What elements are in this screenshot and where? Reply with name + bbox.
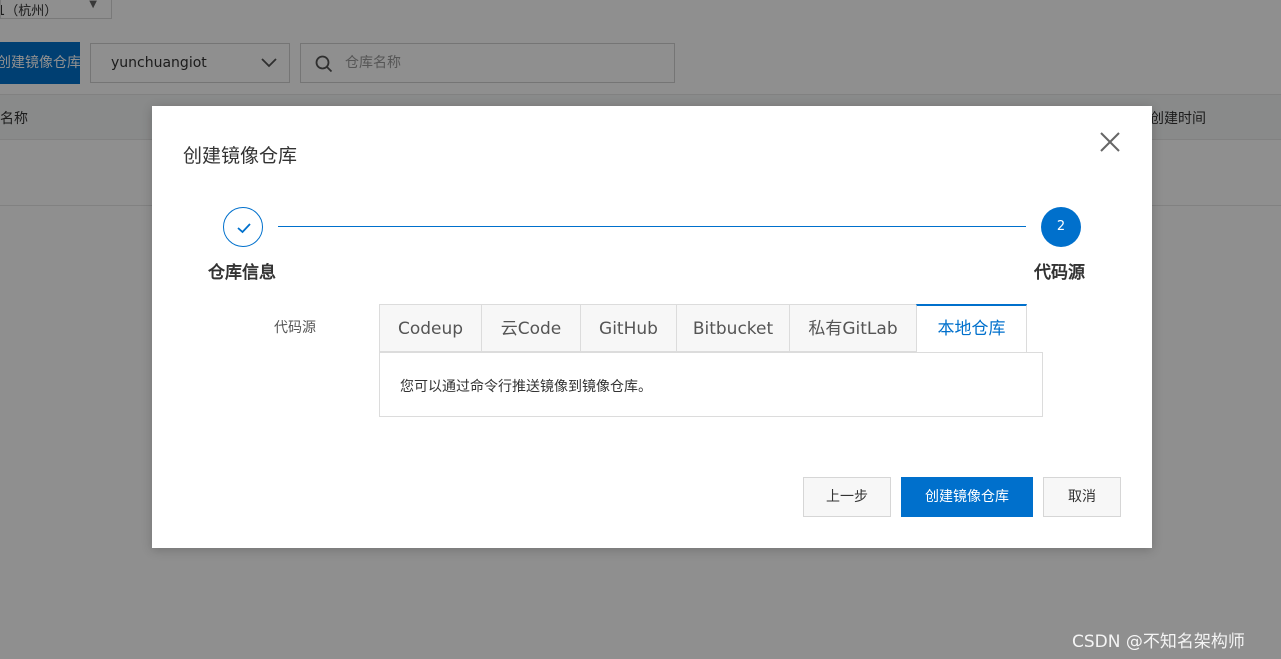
tab-local-repository[interactable]: 本地仓库 [916,304,1027,353]
tab-private-gitlab[interactable]: 私有GitLab [789,304,916,352]
previous-step-button[interactable]: 上一步 [803,477,891,517]
step-1-label: 仓库信息 [208,263,276,283]
dialog-title: 创建镜像仓库 [183,145,298,167]
tab-codeup[interactable]: Codeup [379,304,481,352]
check-icon [237,223,251,234]
watermark: CSDN @不知名架构师 [1072,632,1245,652]
tab-panel-description: 您可以通过命令行推送镜像到镜像仓库。 [400,379,652,395]
page: 华东1（杭州） ▼ 创建镜像仓库 yunchuangiot 仓库名称 创建时间 … [0,0,1281,659]
tab-bitbucket[interactable]: Bitbucket [676,304,789,352]
code-source-tabs: Codeup 云Code GitHub Bitbucket 私有GitLab 本… [379,304,1027,353]
code-source-label: 代码源 [274,320,316,336]
step-2-label: 代码源 [1034,263,1085,283]
close-icon[interactable] [1097,129,1123,155]
tab-panel: 您可以通过命令行推送镜像到镜像仓库。 [379,352,1043,417]
create-repository-dialog: 创建镜像仓库 2 仓库信息 代码源 代码源 Codeup 云Code GitHu… [152,106,1152,548]
step-2-indicator: 2 [1041,207,1081,247]
tab-github[interactable]: GitHub [580,304,676,352]
step-1-indicator [223,207,263,247]
cancel-button[interactable]: 取消 [1043,477,1121,517]
tab-cloud-code[interactable]: 云Code [481,304,580,352]
step-progress-line [278,226,1026,227]
create-repository-submit-button[interactable]: 创建镜像仓库 [901,477,1033,517]
